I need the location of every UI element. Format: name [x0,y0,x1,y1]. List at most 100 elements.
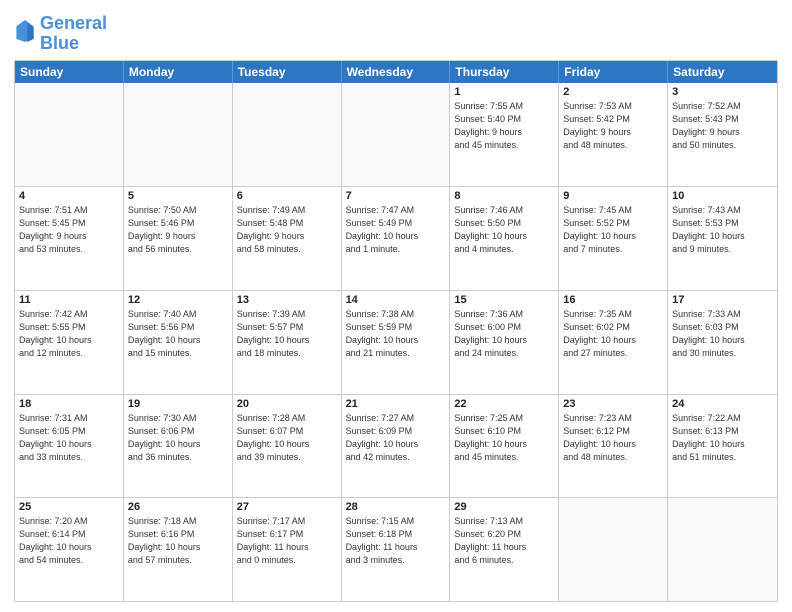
day-number: 28 [346,501,446,513]
header-cell-thursday: Thursday [450,61,559,83]
day-info: Sunrise: 7:49 AMSunset: 5:48 PMDaylight:… [237,204,337,256]
calendar-cell [342,83,451,187]
day-number: 14 [346,294,446,306]
day-info: Sunrise: 7:51 AMSunset: 5:45 PMDaylight:… [19,204,119,256]
logo-text: General [40,14,107,34]
day-info: Sunrise: 7:18 AMSunset: 6:16 PMDaylight:… [128,515,228,567]
day-number: 16 [563,294,663,306]
day-info: Sunrise: 7:50 AMSunset: 5:46 PMDaylight:… [128,204,228,256]
calendar-row: 1Sunrise: 7:55 AMSunset: 5:40 PMDaylight… [15,83,777,187]
day-info: Sunrise: 7:31 AMSunset: 6:05 PMDaylight:… [19,412,119,464]
day-info: Sunrise: 7:27 AMSunset: 6:09 PMDaylight:… [346,412,446,464]
calendar-cell [668,498,777,601]
header-cell-sunday: Sunday [15,61,124,83]
day-info: Sunrise: 7:36 AMSunset: 6:00 PMDaylight:… [454,308,554,360]
calendar-cell: 25Sunrise: 7:20 AMSunset: 6:14 PMDayligh… [15,498,124,601]
calendar-cell: 26 Sunrise: 7:18 AMSunset: 6:16 PMDayligh… [124,498,233,601]
calendar-cell: 6 Sunrise: 7:49 AMSunset: 5:48 PMDaylight… [233,187,342,290]
calendar-cell [559,498,668,601]
calendar-cell: 11 Sunrise: 7:42 AMSunset: 5:55 PMDayligh… [15,291,124,394]
calendar-cell: 18 Sunrise: 7:31 AMSunset: 6:05 PMDayligh… [15,395,124,498]
day-number: 1 [454,86,554,98]
day-info: Sunrise: 7:42 AMSunset: 5:55 PMDaylight:… [19,308,119,360]
day-info: Sunrise: 7:28 AMSunset: 6:07 PMDaylight:… [237,412,337,464]
day-info: Sunrise: 7:22 AMSunset: 6:13 PMDaylight:… [672,412,773,464]
calendar-cell: 28 Sunrise: 7:15 AMSunset: 6:18 PMDayligh… [342,498,451,601]
day-info: Sunrise: 7:23 AMSunset: 6:12 PMDaylight:… [563,412,663,464]
day-number: 25 [19,501,119,513]
day-number: 11 [19,294,119,306]
day-number: 3 [672,86,773,98]
calendar-cell: 4 Sunrise: 7:51 AMSunset: 5:45 PMDaylight… [15,187,124,290]
calendar-row: 18 Sunrise: 7:31 AMSunset: 6:05 PMDayligh… [15,394,777,498]
calendar-cell [124,83,233,187]
day-number: 5 [128,190,228,202]
header: General Blue [14,10,778,54]
calendar-cell: 16 Sunrise: 7:35 AMSunset: 6:02 PMDayligh… [559,291,668,394]
page: General Blue SundayMondayTuesdayWednesda… [0,0,792,612]
calendar-row: 25Sunrise: 7:20 AMSunset: 6:14 PMDayligh… [15,497,777,601]
calendar-cell: 19Sunrise: 7:30 AMSunset: 6:06 PMDayligh… [124,395,233,498]
calendar-cell: 1Sunrise: 7:55 AMSunset: 5:40 PMDaylight… [450,83,559,187]
header-cell-monday: Monday [124,61,233,83]
calendar-cell: 14Sunrise: 7:38 AMSunset: 5:59 PMDayligh… [342,291,451,394]
day-number: 12 [128,294,228,306]
calendar-cell: 10 Sunrise: 7:43 AMSunset: 5:53 PMDayligh… [668,187,777,290]
calendar-cell [233,83,342,187]
day-info: Sunrise: 7:40 AMSunset: 5:56 PMDaylight:… [128,308,228,360]
day-info: Sunrise: 7:35 AMSunset: 6:02 PMDaylight:… [563,308,663,360]
calendar-cell: 29 Sunrise: 7:13 AMSunset: 6:20 PMDayligh… [450,498,559,601]
logo-icon [16,20,34,42]
day-number: 18 [19,398,119,410]
day-info: Sunrise: 7:15 AMSunset: 6:18 PMDaylight:… [346,515,446,567]
calendar-cell: 24Sunrise: 7:22 AMSunset: 6:13 PMDayligh… [668,395,777,498]
day-info: Sunrise: 7:43 AMSunset: 5:53 PMDaylight:… [672,204,773,256]
calendar-header: SundayMondayTuesdayWednesdayThursdayFrid… [15,61,777,83]
calendar-cell: 15 Sunrise: 7:36 AMSunset: 6:00 PMDayligh… [450,291,559,394]
day-number: 29 [454,501,554,513]
day-number: 2 [563,86,663,98]
calendar: SundayMondayTuesdayWednesdayThursdayFrid… [14,60,778,602]
calendar-cell: 5 Sunrise: 7:50 AMSunset: 5:46 PMDaylight… [124,187,233,290]
day-number: 4 [19,190,119,202]
day-info: Sunrise: 7:52 AMSunset: 5:43 PMDaylight:… [672,100,773,152]
day-info: Sunrise: 7:45 AMSunset: 5:52 PMDaylight:… [563,204,663,256]
day-info: Sunrise: 7:33 AMSunset: 6:03 PMDaylight:… [672,308,773,360]
day-info: Sunrise: 7:17 AMSunset: 6:17 PMDaylight:… [237,515,337,567]
day-number: 8 [454,190,554,202]
day-number: 10 [672,190,773,202]
calendar-cell: 13Sunrise: 7:39 AMSunset: 5:57 PMDayligh… [233,291,342,394]
logo: General Blue [14,14,107,54]
calendar-cell: 7 Sunrise: 7:47 AMSunset: 5:49 PMDaylight… [342,187,451,290]
day-number: 9 [563,190,663,202]
calendar-cell: 20Sunrise: 7:28 AMSunset: 6:07 PMDayligh… [233,395,342,498]
calendar-cell: 2Sunrise: 7:53 AMSunset: 5:42 PMDaylight… [559,83,668,187]
calendar-body: 1Sunrise: 7:55 AMSunset: 5:40 PMDaylight… [15,83,777,601]
calendar-row: 11 Sunrise: 7:42 AMSunset: 5:55 PMDayligh… [15,290,777,394]
day-info: Sunrise: 7:47 AMSunset: 5:49 PMDaylight:… [346,204,446,256]
calendar-cell: 17Sunrise: 7:33 AMSunset: 6:03 PMDayligh… [668,291,777,394]
day-info: Sunrise: 7:46 AMSunset: 5:50 PMDaylight:… [454,204,554,256]
day-number: 13 [237,294,337,306]
day-number: 22 [454,398,554,410]
day-number: 6 [237,190,337,202]
day-info: Sunrise: 7:25 AMSunset: 6:10 PMDaylight:… [454,412,554,464]
calendar-cell: 3 Sunrise: 7:52 AMSunset: 5:43 PMDaylight… [668,83,777,187]
day-number: 21 [346,398,446,410]
calendar-cell: 12 Sunrise: 7:40 AMSunset: 5:56 PMDayligh… [124,291,233,394]
header-cell-tuesday: Tuesday [233,61,342,83]
calendar-cell: 21 Sunrise: 7:27 AMSunset: 6:09 PMDayligh… [342,395,451,498]
day-number: 26 [128,501,228,513]
day-number: 27 [237,501,337,513]
day-number: 19 [128,398,228,410]
header-cell-friday: Friday [559,61,668,83]
calendar-cell: 8 Sunrise: 7:46 AMSunset: 5:50 PMDaylight… [450,187,559,290]
day-number: 23 [563,398,663,410]
calendar-row: 4 Sunrise: 7:51 AMSunset: 5:45 PMDaylight… [15,186,777,290]
header-cell-saturday: Saturday [668,61,777,83]
day-info: Sunrise: 7:13 AMSunset: 6:20 PMDaylight:… [454,515,554,567]
calendar-cell: 27 Sunrise: 7:17 AMSunset: 6:17 PMDayligh… [233,498,342,601]
day-number: 15 [454,294,554,306]
calendar-cell: 9 Sunrise: 7:45 AMSunset: 5:52 PMDaylight… [559,187,668,290]
day-number: 7 [346,190,446,202]
